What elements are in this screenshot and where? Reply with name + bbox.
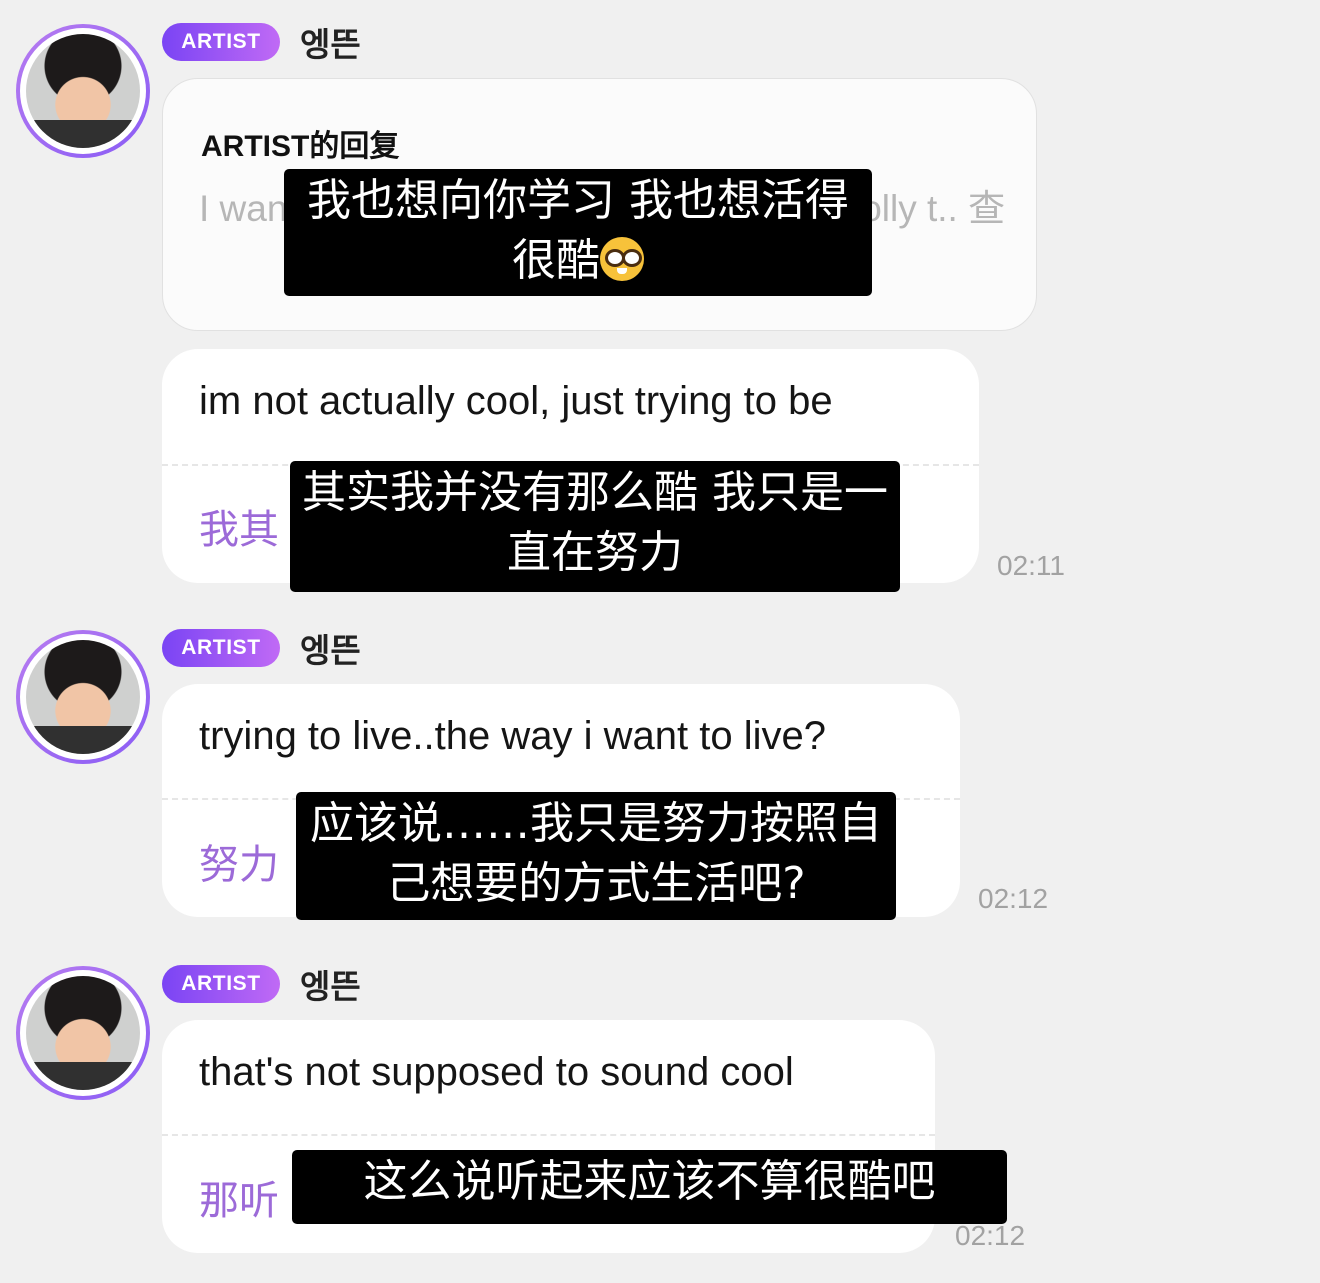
message-text: im not actually cool, just trying to be [199,379,833,423]
subtitle-text: 我也想向你学习 我也想活得很酷 [307,175,849,286]
reply-title: ARTIST的回复 [201,130,400,163]
message-timestamp: 02:11 [997,550,1065,581]
artist-avatar[interactable] [16,630,150,764]
artist-badge: ARTIST [162,965,280,1003]
message-header: ARTIST 엥뜬 [162,22,361,64]
artist-badge: ARTIST [162,629,280,667]
profile-photo-icon [26,976,140,1090]
video-subtitle: 这么说听起来应该不算很酷吧 [292,1150,1007,1224]
artist-avatar[interactable] [16,24,150,158]
artist-avatar[interactable] [16,966,150,1100]
message-header: ARTIST 엥뜬 [162,628,361,670]
nerd-face-emoji-icon [600,237,644,281]
profile-photo-icon [26,34,140,148]
avatar-ring [20,970,146,1096]
artist-badge: ARTIST [162,23,280,61]
message-timestamp: 02:12 [978,883,1049,914]
video-subtitle: 应该说……我只是努力按照自己想要的方式生活吧? [296,792,896,920]
avatar-ring [20,634,146,760]
profile-photo-icon [26,640,140,754]
message-header: ARTIST 엥뜬 [162,964,361,1006]
author-name[interactable]: 엥뜬 [300,18,361,66]
message-text: trying to live..the way i want to live? [199,714,826,758]
author-name[interactable]: 엥뜬 [300,624,361,672]
video-subtitle: 其实我并没有那么酷 我只是一直在努力 [290,461,900,592]
avatar-ring [20,28,146,154]
translation-text[interactable]: 努力 [199,832,279,890]
translation-text[interactable]: 那听 [199,1168,279,1226]
translation-divider [162,1134,935,1136]
translation-text[interactable]: 我其 [199,497,279,555]
video-subtitle: 我也想向你学习 我也想活得很酷 [284,169,872,296]
author-name[interactable]: 엥뜬 [300,960,361,1008]
message-text: that's not supposed to sound cool [199,1050,794,1094]
message-timestamp: 02:12 [955,1220,1026,1251]
